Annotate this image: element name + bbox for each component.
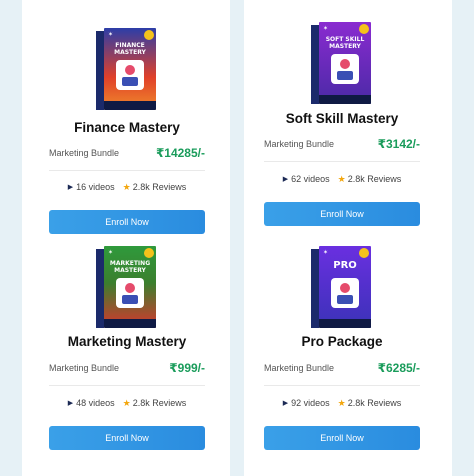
price: ₹14285/-	[155, 146, 205, 160]
product-card-pro-package[interactable]: ✶ PRO Pro Package Marketing Bundle ₹6285…	[246, 244, 438, 464]
video-count: 62 videos	[291, 174, 330, 184]
box-title: FINANCE MASTERY	[114, 42, 146, 56]
brand-logo: ✶	[323, 26, 329, 32]
bundle-label: Marketing Bundle	[264, 139, 335, 149]
bundle-label: Marketing Bundle	[49, 148, 120, 158]
price: ₹6285/-	[377, 361, 420, 375]
video-count: 92 videos	[291, 398, 330, 408]
product-box-image: ✶ MARKETING MASTERY	[96, 246, 158, 328]
price-row: Marketing Bundle ₹14285/-	[49, 146, 205, 162]
enroll-now-button[interactable]: Enroll Now	[264, 426, 420, 450]
product-card-soft-skill-mastery[interactable]: ✶ SOFT SKILL MASTERY Soft Skill Mastery …	[246, 22, 438, 232]
new-badge	[144, 30, 154, 40]
meta-row: ▶ 16 videos ★ 2.8k Reviews	[31, 182, 223, 193]
box-footer	[104, 101, 156, 110]
divider	[49, 385, 205, 386]
enroll-now-button[interactable]: Enroll Now	[49, 426, 205, 450]
product-title: Finance Mastery	[74, 120, 180, 135]
box-illustration	[116, 278, 144, 308]
box-footer	[319, 95, 371, 104]
box-cover: ✶ MARKETING MASTERY	[104, 246, 156, 328]
bundle-label: Marketing Bundle	[264, 363, 335, 373]
price: ₹3142/-	[377, 137, 420, 151]
new-badge	[144, 248, 154, 258]
box-title: MARKETING MASTERY	[109, 260, 151, 274]
product-box-image: ✶ PRO	[311, 246, 373, 328]
new-badge	[359, 24, 369, 34]
star-icon: ★	[337, 398, 346, 408]
play-icon: ▶	[67, 400, 74, 407]
review-count: 2.8k Reviews	[347, 398, 402, 408]
box-spine	[96, 249, 104, 328]
brand-logo: ✶	[108, 250, 114, 256]
box-cover: ✶ SOFT SKILL MASTERY	[319, 22, 371, 104]
box-illustration	[116, 60, 144, 90]
new-badge	[359, 248, 369, 258]
box-cover: ✶ PRO	[319, 246, 371, 328]
star-icon: ★	[122, 398, 131, 408]
divider	[264, 385, 420, 386]
box-title: PRO	[333, 260, 357, 271]
product-card-marketing-mastery[interactable]: ✶ MARKETING MASTERY Marketing Mastery Ma…	[31, 244, 223, 464]
product-card-finance-mastery[interactable]: ✶ FINANCE MASTERY Finance Mastery Market…	[31, 22, 223, 242]
box-spine	[96, 31, 104, 110]
meta-row: ▶ 62 videos ★ 2.8k Reviews	[246, 174, 438, 185]
meta-row: ▶ 92 videos ★ 2.8k Reviews	[246, 398, 438, 409]
price-row: Marketing Bundle ₹6285/-	[264, 361, 420, 377]
meta-row: ▶ 48 videos ★ 2.8k Reviews	[31, 398, 223, 409]
review-count: 2.8k Reviews	[347, 174, 402, 184]
brand-logo: ✶	[108, 32, 114, 38]
video-count: 48 videos	[76, 398, 115, 408]
bundle-label: Marketing Bundle	[49, 363, 120, 373]
brand-logo: ✶	[323, 250, 329, 256]
product-title: Soft Skill Mastery	[285, 111, 399, 126]
play-icon: ▶	[67, 184, 74, 191]
box-footer	[319, 319, 371, 328]
divider	[264, 161, 420, 162]
box-title: SOFT SKILL MASTERY	[325, 36, 365, 50]
enroll-now-button[interactable]: Enroll Now	[49, 210, 205, 234]
box-illustration	[331, 54, 359, 84]
review-count: 2.8k Reviews	[132, 398, 187, 408]
background-strip-left	[0, 0, 22, 476]
box-spine	[311, 249, 319, 328]
product-title: Marketing Mastery	[67, 334, 187, 349]
video-count: 16 videos	[76, 182, 115, 192]
price: ₹999/-	[169, 361, 205, 375]
box-spine	[311, 25, 319, 104]
star-icon: ★	[122, 182, 131, 192]
play-icon: ▶	[282, 400, 289, 407]
product-box-image: ✶ SOFT SKILL MASTERY	[311, 22, 373, 104]
price-row: Marketing Bundle ₹3142/-	[264, 137, 420, 153]
box-cover: ✶ FINANCE MASTERY	[104, 28, 156, 110]
enroll-now-button[interactable]: Enroll Now	[264, 202, 420, 226]
star-icon: ★	[337, 174, 346, 184]
review-count: 2.8k Reviews	[132, 182, 187, 192]
product-box-image: ✶ FINANCE MASTERY	[96, 28, 158, 110]
background-strip-middle	[230, 0, 244, 476]
product-title: Pro Package	[301, 334, 383, 349]
play-icon: ▶	[282, 176, 289, 183]
divider	[49, 170, 205, 171]
box-footer	[104, 319, 156, 328]
box-illustration	[331, 278, 359, 308]
background-strip-right	[452, 0, 474, 476]
price-row: Marketing Bundle ₹999/-	[49, 361, 205, 377]
